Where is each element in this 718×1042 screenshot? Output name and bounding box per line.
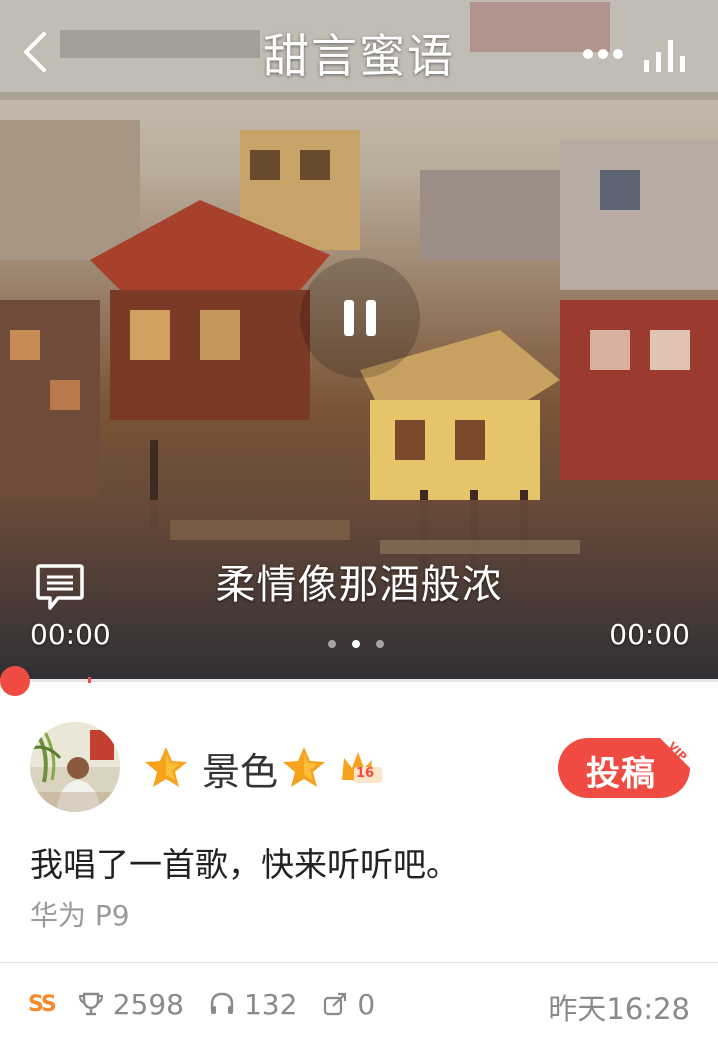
submit-button[interactable]: 投稿 VIP [558, 738, 690, 798]
submit-label: 投稿 [586, 754, 656, 794]
divider [0, 962, 718, 963]
more-button[interactable] [578, 34, 628, 74]
trophy-icon [78, 992, 103, 1016]
level-number: 16 [356, 766, 375, 781]
star-icon [283, 747, 326, 787]
share-count: 0 [357, 987, 376, 1021]
ss-rating-icon: SS [28, 991, 57, 1017]
elapsed-time: 00:00 [30, 618, 111, 651]
page-dot[interactable] [328, 640, 336, 648]
listen-count: 132 [243, 987, 298, 1021]
post-text: 我唱了一首歌，快来听听吧。 [30, 845, 459, 884]
lyric-line: 柔情像那酒般浓 [215, 562, 503, 608]
trophy-count: 2598 [112, 987, 184, 1021]
share-icon [324, 992, 347, 1016]
stats-footer: SS 2598 132 0 [28, 982, 399, 1026]
pause-button[interactable] [300, 258, 420, 378]
stats-button[interactable] [640, 30, 690, 76]
page-dot[interactable] [376, 640, 384, 648]
stats-bars-icon [644, 40, 685, 72]
level-badge: 16 [340, 750, 384, 786]
user-name[interactable]: 景色 [202, 741, 278, 796]
total-time: 00:00 [609, 618, 690, 651]
comment-icon [36, 564, 84, 610]
comment-button[interactable] [34, 562, 86, 612]
star-icon [145, 747, 187, 787]
pause-icon [344, 300, 376, 336]
avatar-photo [30, 722, 120, 812]
post-timestamp: 昨天16:28 [548, 992, 690, 1026]
headphones-icon [210, 992, 234, 1014]
avatar[interactable] [30, 722, 120, 812]
device-label: 华为 P9 [30, 899, 130, 932]
page-indicator [328, 640, 392, 650]
progress-buffer-tick [88, 677, 91, 683]
more-dots-icon [583, 49, 623, 59]
progress-handle[interactable] [0, 666, 30, 696]
user-name-row: 景色 16 [142, 740, 384, 796]
progress-bar[interactable] [0, 679, 718, 682]
top-bar: 甜言蜜语 [0, 0, 718, 100]
page-dot-active[interactable] [352, 640, 360, 648]
player-area: 甜言蜜语 柔情像那酒般浓 00:00 00:00 [0, 0, 718, 680]
